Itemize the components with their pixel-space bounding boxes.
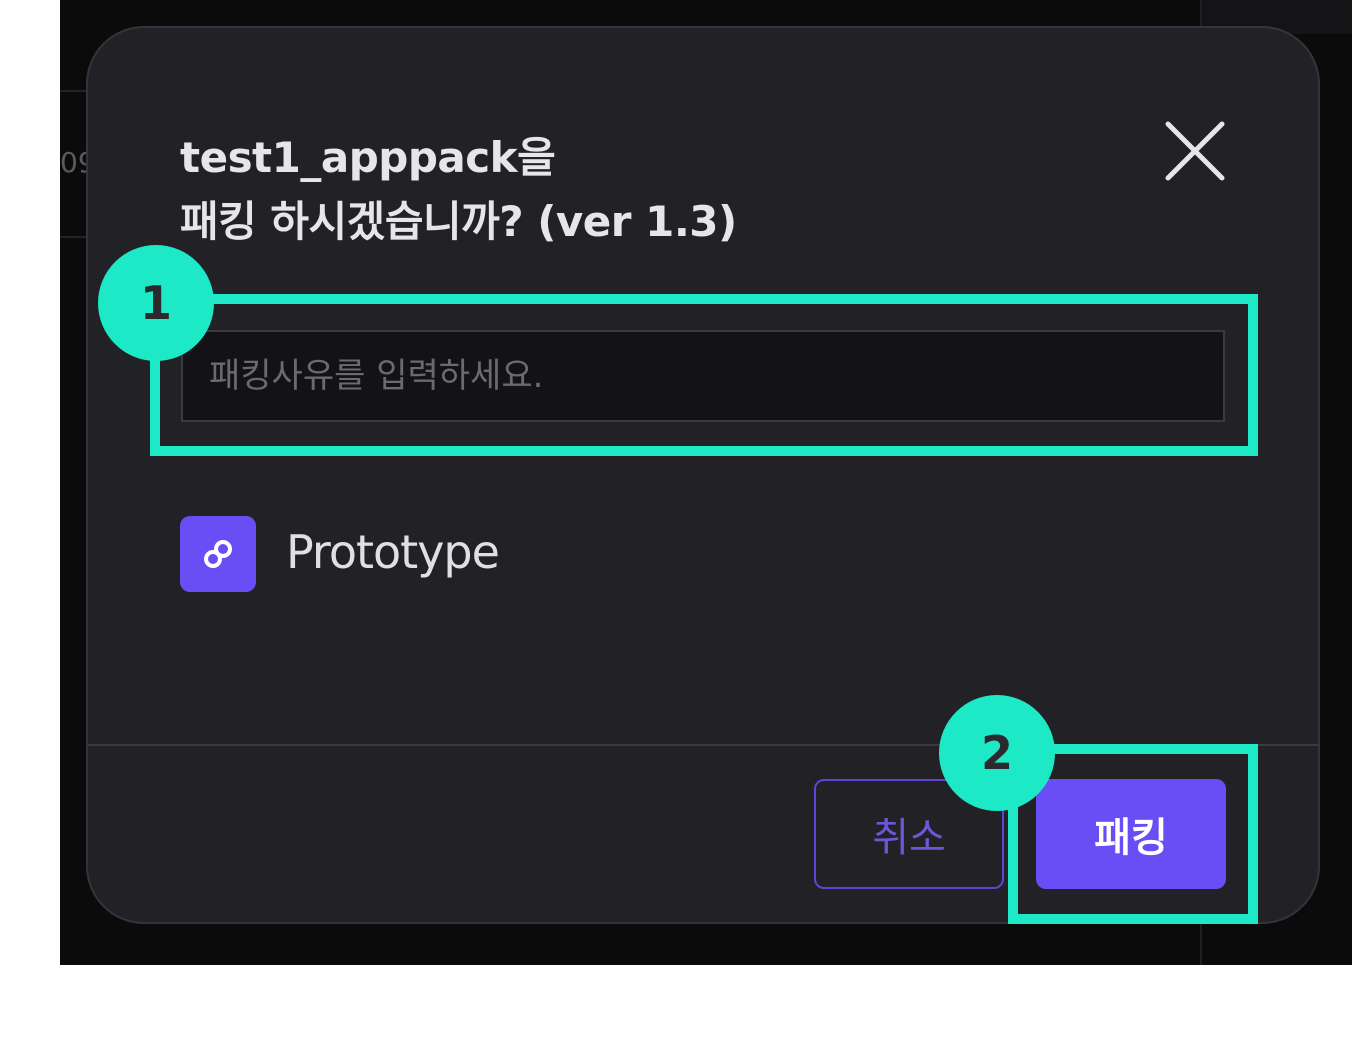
dialog-title-line1: test1_apppack을 (180, 133, 556, 182)
dialog-title: test1_apppack을 패킹 하시겠습니까? (ver 1.3) (180, 126, 1080, 254)
prototype-option-label[interactable]: Prototype (286, 520, 500, 584)
step-badge-1: 1 (98, 245, 214, 361)
dialog-title-line2: 패킹 하시겠습니까? (ver 1.3) (180, 197, 737, 246)
close-icon (1165, 121, 1225, 181)
highlight-box-input (150, 294, 1258, 456)
prototype-option-icon[interactable] (180, 516, 256, 592)
link-icon (204, 540, 232, 568)
close-button[interactable] (1158, 114, 1232, 188)
step-badge-2: 2 (939, 695, 1055, 811)
